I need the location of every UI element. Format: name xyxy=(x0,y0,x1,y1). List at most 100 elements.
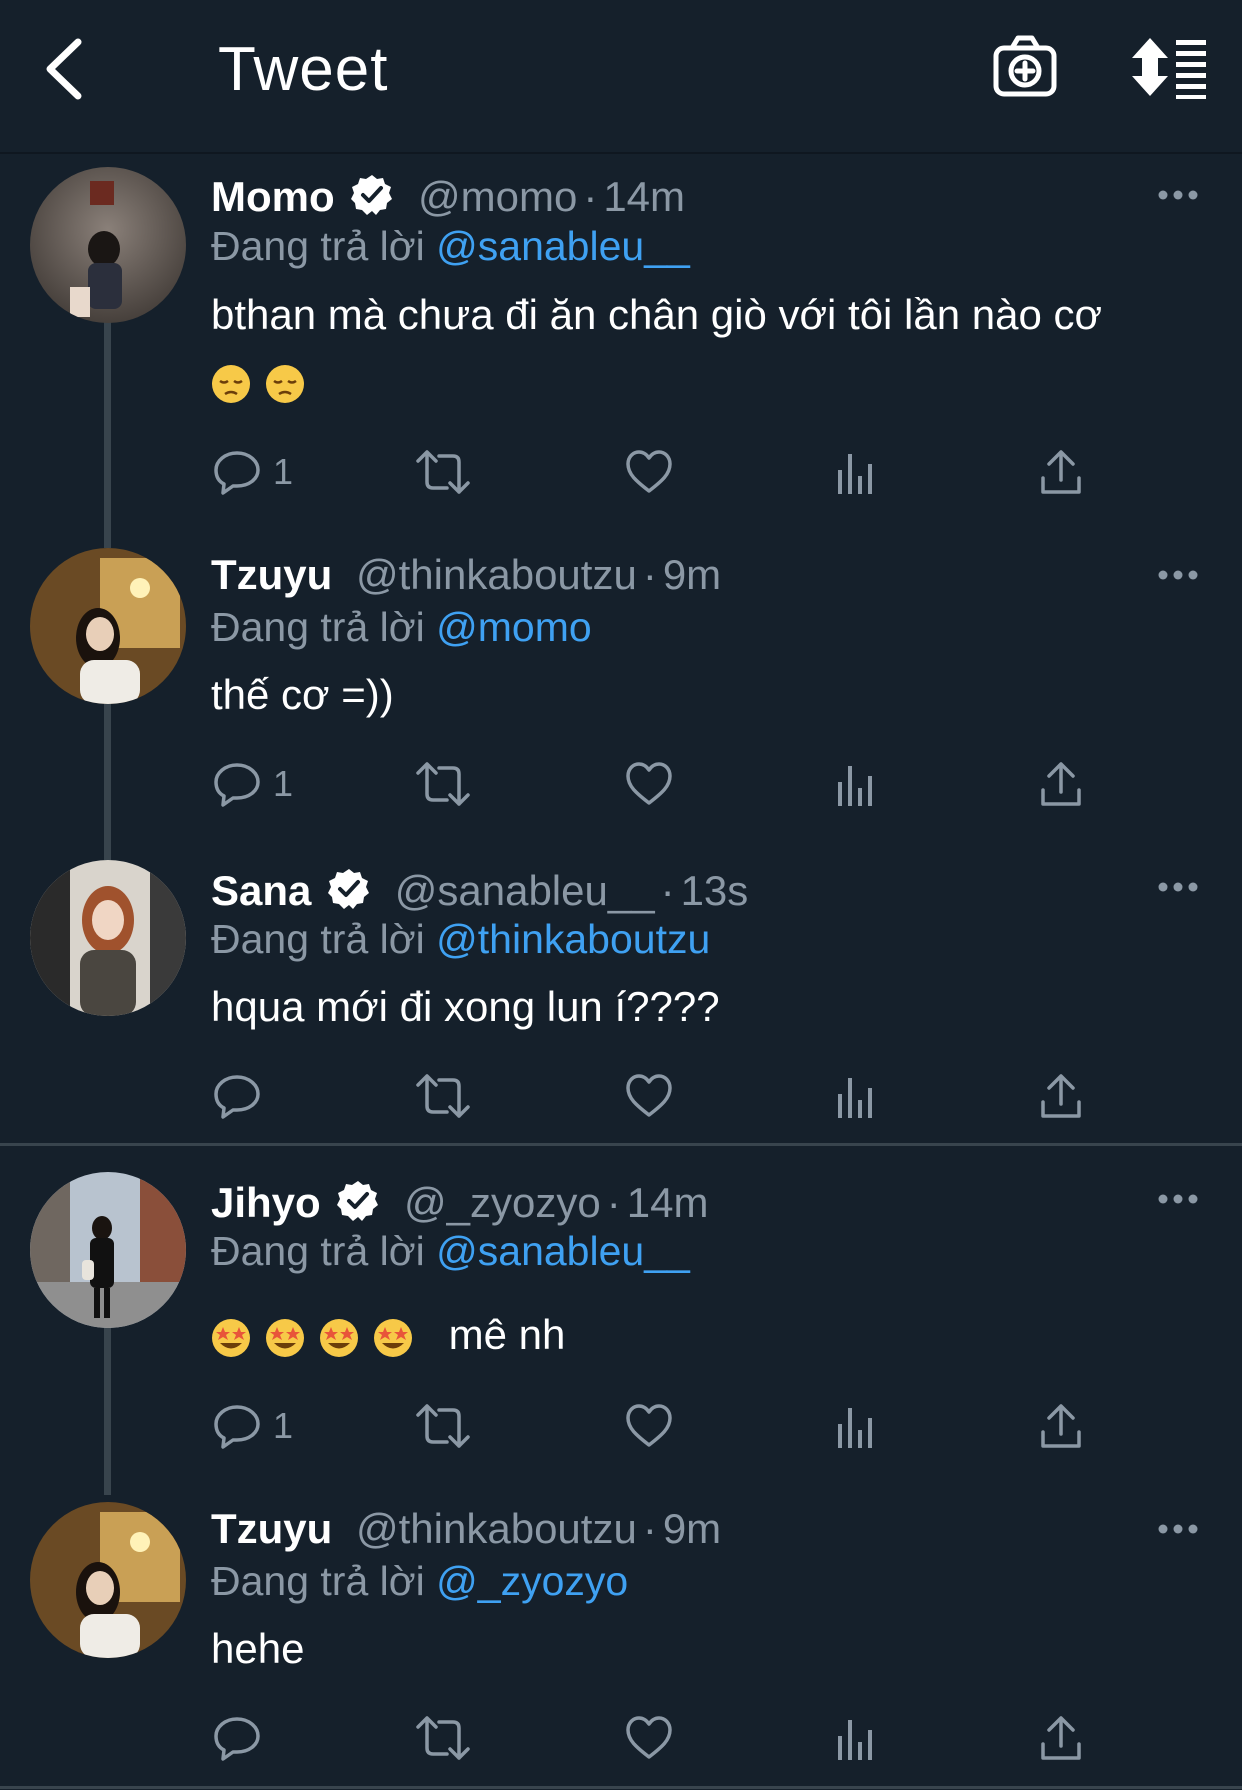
reply-button[interactable]: 1 xyxy=(213,1396,293,1456)
user-handle[interactable]: @momo xyxy=(418,173,577,220)
top-bar: Tweet xyxy=(0,0,1242,152)
pensive-face-icon xyxy=(266,364,304,403)
timestamp[interactable]: 14m xyxy=(627,1179,709,1226)
page-title: Tweet xyxy=(218,35,389,104)
analytics-icon xyxy=(838,1720,872,1760)
tweet-text: hqua mới đi xong lun í???? xyxy=(211,983,720,1030)
more-options-button[interactable] xyxy=(1158,568,1198,582)
thread-divider xyxy=(0,1143,1242,1146)
reply-icon xyxy=(214,763,260,807)
tweet-header: Tzuyu @thinkaboutzu · 9m xyxy=(211,1505,722,1552)
analytics-button[interactable] xyxy=(835,442,875,502)
retweet-icon xyxy=(416,1716,470,1760)
reply-icon xyxy=(214,1405,260,1449)
display-name[interactable]: Tzuyu xyxy=(211,1505,332,1552)
share-button[interactable] xyxy=(1039,442,1083,502)
retweet-button[interactable] xyxy=(415,1708,471,1768)
tweet-actions xyxy=(211,1066,1111,1126)
avatar[interactable] xyxy=(30,860,186,1016)
sort-button[interactable] xyxy=(1130,34,1210,100)
more-dots-icon xyxy=(1158,1524,1198,1534)
timestamp[interactable]: 14m xyxy=(603,173,685,220)
tweet-text: thế cơ =)) xyxy=(211,671,394,718)
more-options-button[interactable] xyxy=(1158,188,1198,202)
reply-context: Đang trả lời @thinkaboutzu xyxy=(211,916,711,962)
tweet-header: Sana @sanableu__ · 13s xyxy=(211,866,748,916)
timestamp[interactable]: 9m xyxy=(663,551,721,598)
share-button[interactable] xyxy=(1039,1396,1083,1456)
like-button[interactable] xyxy=(625,1396,673,1456)
mention-link[interactable]: @sanableu__ xyxy=(436,223,690,269)
share-button[interactable] xyxy=(1039,1708,1083,1768)
mention-link[interactable]: @sanableu__ xyxy=(436,1228,690,1274)
heart-icon xyxy=(626,1074,672,1117)
like-button[interactable] xyxy=(625,754,673,814)
analytics-button[interactable] xyxy=(835,1066,875,1126)
camera-button[interactable] xyxy=(992,34,1058,100)
heart-icon xyxy=(626,1716,672,1759)
analytics-button[interactable] xyxy=(835,1396,875,1456)
analytics-button[interactable] xyxy=(835,1708,875,1768)
user-handle[interactable]: @thinkaboutzu xyxy=(356,551,637,598)
display-name[interactable]: Tzuyu xyxy=(211,551,332,598)
reply-button[interactable] xyxy=(213,1708,273,1768)
more-dots-icon xyxy=(1158,190,1198,200)
tweet-thread-screen: Tweet Momo @momo · 14m Đang trả lời @san… xyxy=(0,0,1242,1790)
share-button[interactable] xyxy=(1039,1066,1083,1126)
retweet-icon xyxy=(416,1404,470,1448)
reply-button[interactable]: 1 xyxy=(213,754,293,814)
display-name[interactable]: Momo xyxy=(211,173,335,220)
like-button[interactable] xyxy=(625,1066,673,1126)
tweet-text: bthan mà chưa đi ăn chân giò với tôi lần… xyxy=(211,282,1171,414)
analytics-button[interactable] xyxy=(835,754,875,814)
analytics-icon xyxy=(838,1078,872,1118)
avatar[interactable] xyxy=(30,1172,186,1328)
user-handle[interactable]: @sanableu__ xyxy=(395,867,655,914)
share-icon xyxy=(1041,450,1081,494)
star-struck-icon xyxy=(320,1318,358,1357)
reply-context: Đang trả lời @momo xyxy=(211,604,592,650)
reply-count: 1 xyxy=(273,763,294,804)
more-options-button[interactable] xyxy=(1158,1192,1198,1206)
mention-link[interactable]: @thinkaboutzu xyxy=(436,916,710,962)
like-button[interactable] xyxy=(625,1708,673,1768)
tweet-actions: 1 xyxy=(211,442,1111,502)
mention-link[interactable]: @momo xyxy=(436,604,592,650)
thread-line xyxy=(104,320,111,548)
tweet-text: mê nh xyxy=(211,1302,1171,1368)
tweet-actions: 1 xyxy=(211,1396,1111,1456)
reply-icon xyxy=(214,451,260,495)
heart-icon xyxy=(626,1404,672,1447)
retweet-button[interactable] xyxy=(415,1396,471,1456)
avatar[interactable] xyxy=(30,548,186,704)
analytics-icon xyxy=(838,1408,872,1448)
reply-button[interactable] xyxy=(213,1066,273,1126)
retweet-button[interactable] xyxy=(415,442,471,502)
display-name[interactable]: Sana xyxy=(211,867,311,914)
share-icon xyxy=(1041,1404,1081,1448)
avatar[interactable] xyxy=(30,1502,186,1658)
avatar[interactable] xyxy=(30,167,186,323)
user-handle[interactable]: @thinkaboutzu xyxy=(356,1505,637,1552)
reply-button[interactable]: 1 xyxy=(213,442,293,502)
back-button[interactable] xyxy=(40,34,90,104)
tweet-text: hehe xyxy=(211,1625,305,1672)
header-divider xyxy=(0,152,1242,154)
tweet-header: Momo @momo · 14m xyxy=(211,172,685,222)
more-options-button[interactable] xyxy=(1158,1522,1198,1536)
more-options-button[interactable] xyxy=(1158,880,1198,894)
mention-link[interactable]: @_zyozyo xyxy=(436,1558,628,1604)
user-handle[interactable]: @_zyozyo xyxy=(404,1179,601,1226)
share-button[interactable] xyxy=(1039,754,1083,814)
timestamp[interactable]: 13s xyxy=(681,867,749,914)
retweet-button[interactable] xyxy=(415,754,471,814)
heart-icon xyxy=(626,450,672,493)
timestamp[interactable]: 9m xyxy=(663,1505,721,1552)
reply-count: 1 xyxy=(273,1405,294,1446)
retweet-button[interactable] xyxy=(415,1066,471,1126)
tweet-actions: 1 xyxy=(211,754,1111,814)
tweet-header: Jihyo @_zyozyo · 14m xyxy=(211,1178,708,1228)
analytics-icon xyxy=(838,766,872,806)
like-button[interactable] xyxy=(625,442,673,502)
display-name[interactable]: Jihyo xyxy=(211,1179,321,1226)
